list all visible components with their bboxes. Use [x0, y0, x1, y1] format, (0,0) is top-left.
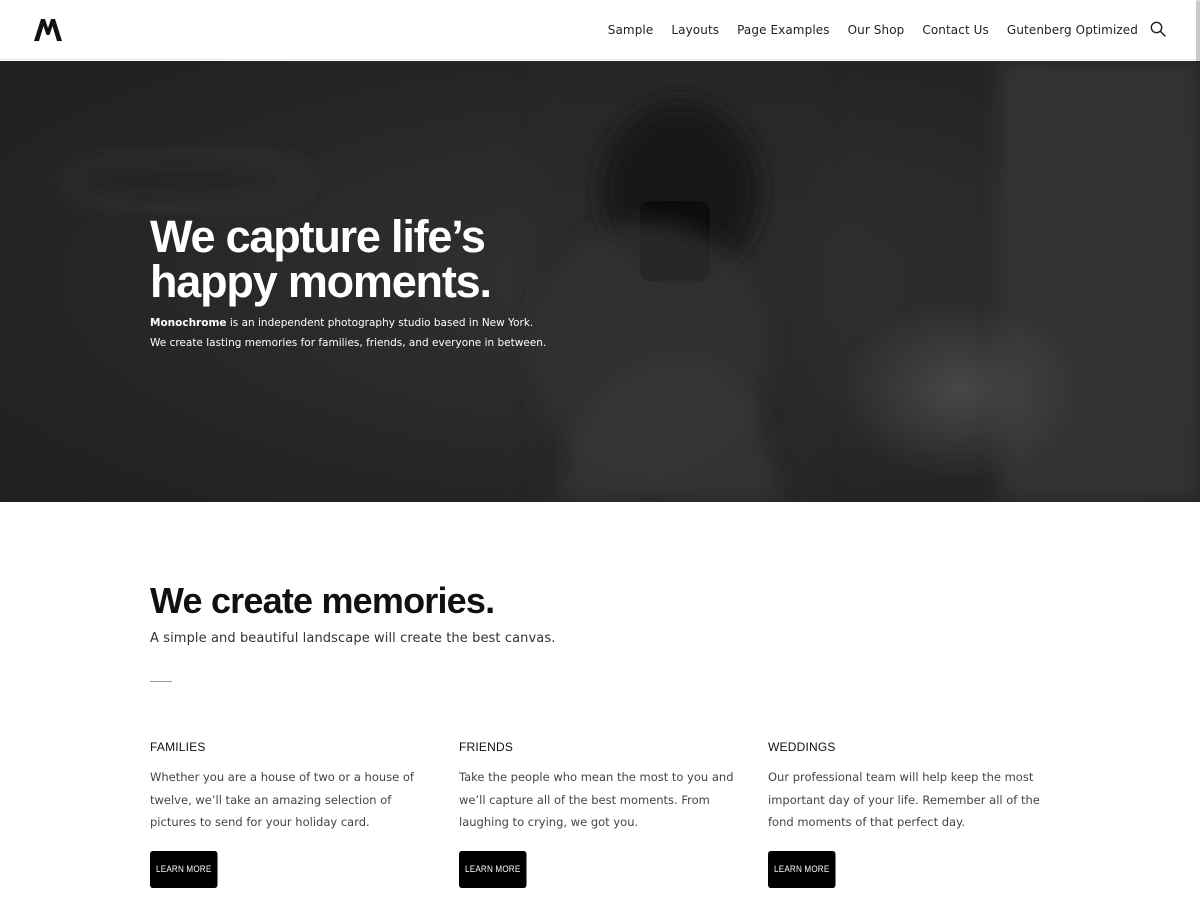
- hero-section: We capture life’s happy moments. Monochr…: [0, 61, 1200, 502]
- nav-item-layouts[interactable]: Layouts: [671, 23, 719, 37]
- feature-weddings: WEDDINGS Our professional team will help…: [768, 740, 1058, 888]
- learn-more-button[interactable]: LEARN MORE: [459, 851, 527, 888]
- nav-item-page-examples[interactable]: Page Examples: [737, 23, 829, 37]
- feature-text: Our professional team will help keep the…: [768, 770, 1040, 829]
- search-icon: [1150, 21, 1166, 37]
- nav-item-our-shop[interactable]: Our Shop: [848, 23, 905, 37]
- section-divider: [150, 681, 172, 682]
- logo-m-icon: [34, 19, 62, 41]
- feature-text: Take the people who mean the most to you…: [459, 770, 734, 829]
- hero-subtitle-line1: Monochrome is an independent photography…: [150, 313, 590, 333]
- learn-more-button[interactable]: LEARN MORE: [150, 851, 218, 888]
- feature-friends: FRIENDS Take the people who mean the mos…: [459, 740, 749, 888]
- nav-item-sample[interactable]: Sample: [608, 23, 654, 37]
- feature-heading: FAMILIES: [150, 740, 206, 754]
- nav-item-gutenberg-optimized[interactable]: Gutenberg Optimized: [1007, 23, 1138, 37]
- search-button[interactable]: [1150, 21, 1168, 39]
- feature-heading: WEDDINGS: [768, 740, 836, 754]
- nav-item-contact-us[interactable]: Contact Us: [922, 23, 989, 37]
- brand-name: Monochrome: [150, 317, 227, 329]
- site-header: Sample Layouts Page Examples Our Shop Co…: [0, 0, 1200, 300]
- primary-nav: Sample Layouts Page Examples Our Shop Co…: [608, 0, 1138, 60]
- feature-heading: FRIENDS: [459, 740, 514, 754]
- feature-text: Whether you are a house of two or a hous…: [150, 770, 414, 829]
- section-subtitle: A simple and beautiful landscape will cr…: [150, 631, 556, 646]
- hero-title-line2: happy moments.: [150, 256, 492, 307]
- hero-subtitle-line1-rest: is an independent photography studio bas…: [226, 317, 534, 329]
- hero-title-line1: We capture life’s: [150, 211, 486, 262]
- learn-more-button[interactable]: LEARN MORE: [768, 851, 836, 888]
- site-logo[interactable]: [33, 18, 65, 42]
- hero-subtitle-line2: We create lasting memories for families,…: [150, 337, 547, 349]
- hero-subtitle: Monochrome is an independent photography…: [150, 313, 590, 353]
- feature-families: FAMILIES Whether you are a house of two …: [150, 740, 440, 888]
- section-title: We create memories.: [150, 580, 495, 621]
- hero-title: We capture life’s happy moments.: [150, 214, 670, 304]
